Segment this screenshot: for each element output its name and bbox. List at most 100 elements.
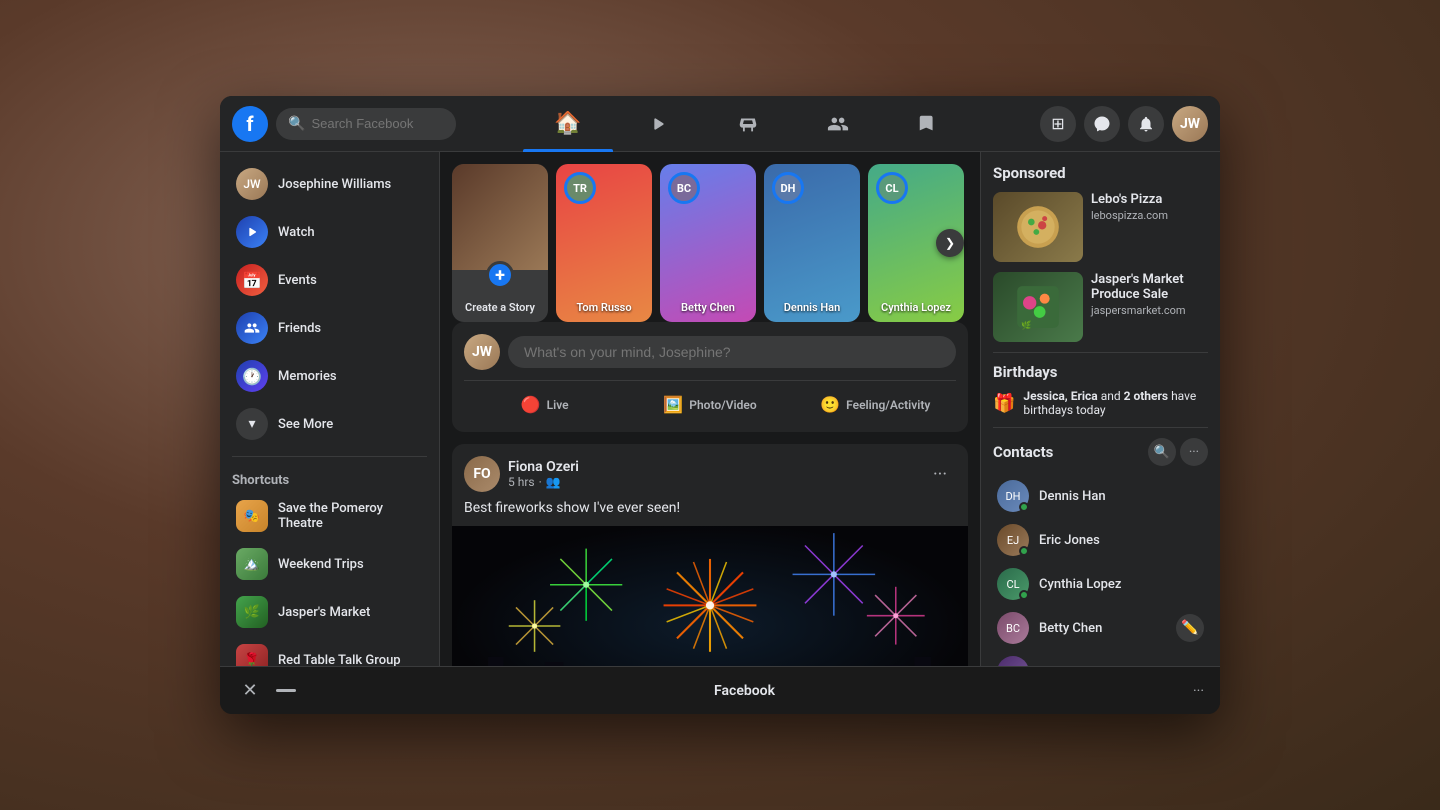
contacts-header: Contacts 🔍 ··· (993, 438, 1208, 466)
post-text: Best fireworks show I've ever seen! (452, 500, 968, 526)
live-action[interactable]: 🔴 Live (464, 389, 625, 420)
story-betty-chen[interactable]: BC Betty Chen (660, 164, 756, 322)
contacts-section: Contacts 🔍 ··· DH Dennis Han EJ Eri (993, 438, 1208, 666)
tab-saved[interactable] (883, 96, 973, 152)
live-icon: 🔴 (521, 395, 541, 414)
story-tom-avatar: TR (564, 172, 596, 204)
app-window: f 🔍 🏠 ⊞ (220, 96, 1220, 714)
right-divider-2 (993, 427, 1208, 428)
sponsored-title: Sponsored (993, 164, 1208, 182)
events-icon: 📅 (236, 264, 268, 296)
sidebar-item-watch[interactable]: Watch (224, 208, 435, 256)
bottom-bar: ✕ Facebook ··· (220, 666, 1220, 714)
ad-jaspers[interactable]: 🌿 Jasper's Market Produce Sale jaspersma… (993, 272, 1208, 342)
pomeroy-thumb: 🎭 (236, 500, 268, 532)
right-divider-1 (993, 352, 1208, 353)
live-label: Live (547, 398, 569, 412)
create-story-card[interactable]: + Create a Story (452, 164, 548, 322)
contacts-more-btn[interactable]: ··· (1180, 438, 1208, 466)
post-privacy-icon: 👥 (546, 475, 561, 489)
search-input[interactable] (311, 116, 444, 131)
menu-button[interactable]: ⊞ (1040, 106, 1076, 142)
events-label: Events (278, 273, 317, 288)
sidebar-divider (232, 456, 427, 457)
ad-lebos-info: Lebo's Pizza lebospizza.com (1091, 192, 1208, 262)
sidebar-item-friends[interactable]: Friends (224, 304, 435, 352)
sidebar: JW Josephine Williams Watch 📅 Events (220, 152, 440, 666)
notifications-button[interactable] (1128, 106, 1164, 142)
svg-text:🌿: 🌿 (1021, 320, 1031, 331)
sidebar-shortcut-red-table[interactable]: 🌹 Red Table Talk Group (224, 636, 435, 666)
tab-watch[interactable] (613, 96, 703, 152)
contact-cynthia-name: Cynthia Lopez (1039, 577, 1121, 592)
sidebar-item-memories[interactable]: 🕐 Memories (224, 352, 435, 400)
ad-jaspers-name: Jasper's Market Produce Sale (1091, 272, 1208, 302)
story-dennis-han[interactable]: DH Dennis Han (764, 164, 860, 322)
contact-tina[interactable]: TL Tina Lim (993, 650, 1208, 666)
ad-jaspers-thumb: 🌿 (993, 272, 1083, 342)
bottom-close-btn[interactable]: ✕ (236, 677, 264, 705)
header-right: ⊞ JW (1040, 106, 1208, 142)
photo-action[interactable]: 🖼️ Photo/Video (629, 389, 790, 420)
post-author-name: Fiona Ozeri (508, 459, 916, 475)
contact-cynthia-avatar: CL (997, 568, 1029, 600)
story-tom-russo[interactable]: TR Tom Russo (556, 164, 652, 322)
jaspers-thumb: 🌿 (236, 596, 268, 628)
bottom-more-btn[interactable]: ··· (1193, 683, 1204, 699)
see-more-label: See More (278, 417, 333, 432)
contacts-title: Contacts (993, 443, 1144, 461)
profile-name: Josephine Williams (278, 177, 391, 192)
user-avatar[interactable]: JW (1172, 106, 1208, 142)
messenger-button[interactable] (1084, 106, 1120, 142)
story-betty-avatar: BC (668, 172, 700, 204)
post-time: 5 hrs (508, 475, 535, 489)
sidebar-see-more[interactable]: ▾ See More (224, 400, 435, 448)
feeling-action[interactable]: 🙂 Feeling/Activity (795, 389, 956, 420)
composer-top: JW (464, 334, 956, 370)
post-more-button[interactable]: ··· (924, 458, 956, 490)
search-box[interactable]: 🔍 (276, 108, 456, 140)
post-composer: JW 🔴 Live 🖼️ Photo/Video 🙂 Feeli (452, 322, 968, 432)
tab-home[interactable]: 🏠 (523, 96, 613, 152)
story-dennis-avatar: DH (772, 172, 804, 204)
sidebar-shortcut-weekend[interactable]: 🏔️ Weekend Trips (224, 540, 435, 588)
story-cynthia-avatar: CL (876, 172, 908, 204)
sidebar-shortcut-jaspers[interactable]: 🌿 Jasper's Market (224, 588, 435, 636)
memories-icon: 🕐 (236, 360, 268, 392)
contact-betty-avatar: BC (997, 612, 1029, 644)
watch-label: Watch (278, 225, 315, 240)
sidebar-item-profile[interactable]: JW Josephine Williams (224, 160, 435, 208)
tab-friends[interactable] (793, 96, 883, 152)
tab-marketplace[interactable] (703, 96, 793, 152)
birthdays-title: Birthdays (993, 363, 1208, 381)
watch-icon (236, 216, 268, 248)
post-meta: 5 hrs · 👥 (508, 475, 916, 489)
profile-avatar: JW (236, 168, 268, 200)
post-author-info: Fiona Ozeri 5 hrs · 👥 (508, 459, 916, 489)
post-card: FO Fiona Ozeri 5 hrs · 👥 ··· Best firewo… (452, 444, 968, 666)
birthday-item: 🎁 Jessica, Erica and 2 others have birth… (993, 389, 1208, 417)
contact-dennis[interactable]: DH Dennis Han (993, 474, 1208, 518)
right-panel: Sponsored Lebo's Pizza lebospizza.com (980, 152, 1220, 666)
photo-label: Photo/Video (689, 398, 756, 412)
contact-eric[interactable]: EJ Eric Jones (993, 518, 1208, 562)
sidebar-item-events[interactable]: 📅 Events (224, 256, 435, 304)
contacts-search-btn[interactable]: 🔍 (1148, 438, 1176, 466)
story-tom-label: Tom Russo (556, 301, 652, 314)
contact-betty[interactable]: BC Betty Chen ✏️ (993, 606, 1208, 650)
see-more-icon: ▾ (236, 408, 268, 440)
contact-tina-avatar: TL (997, 656, 1029, 666)
composer-input[interactable] (508, 336, 956, 368)
facebook-logo[interactable]: f (232, 106, 268, 142)
ad-lebos-pizza[interactable]: Lebo's Pizza lebospizza.com (993, 192, 1208, 262)
post-dot: · (539, 475, 542, 489)
feed: + Create a Story TR Tom Russo BC Betty C… (440, 152, 980, 666)
weekend-thumb: 🏔️ (236, 548, 268, 580)
stories-next-btn[interactable]: ❯ (936, 229, 964, 257)
bottom-minimize-btn[interactable] (276, 689, 296, 692)
ad-lebos-name: Lebo's Pizza (1091, 192, 1208, 207)
contact-cynthia[interactable]: CL Cynthia Lopez (993, 562, 1208, 606)
sidebar-shortcut-pomeroy[interactable]: 🎭 Save the Pomeroy Theatre (224, 492, 435, 540)
new-message-btn[interactable]: ✏️ (1176, 614, 1204, 642)
memories-label: Memories (278, 369, 337, 384)
